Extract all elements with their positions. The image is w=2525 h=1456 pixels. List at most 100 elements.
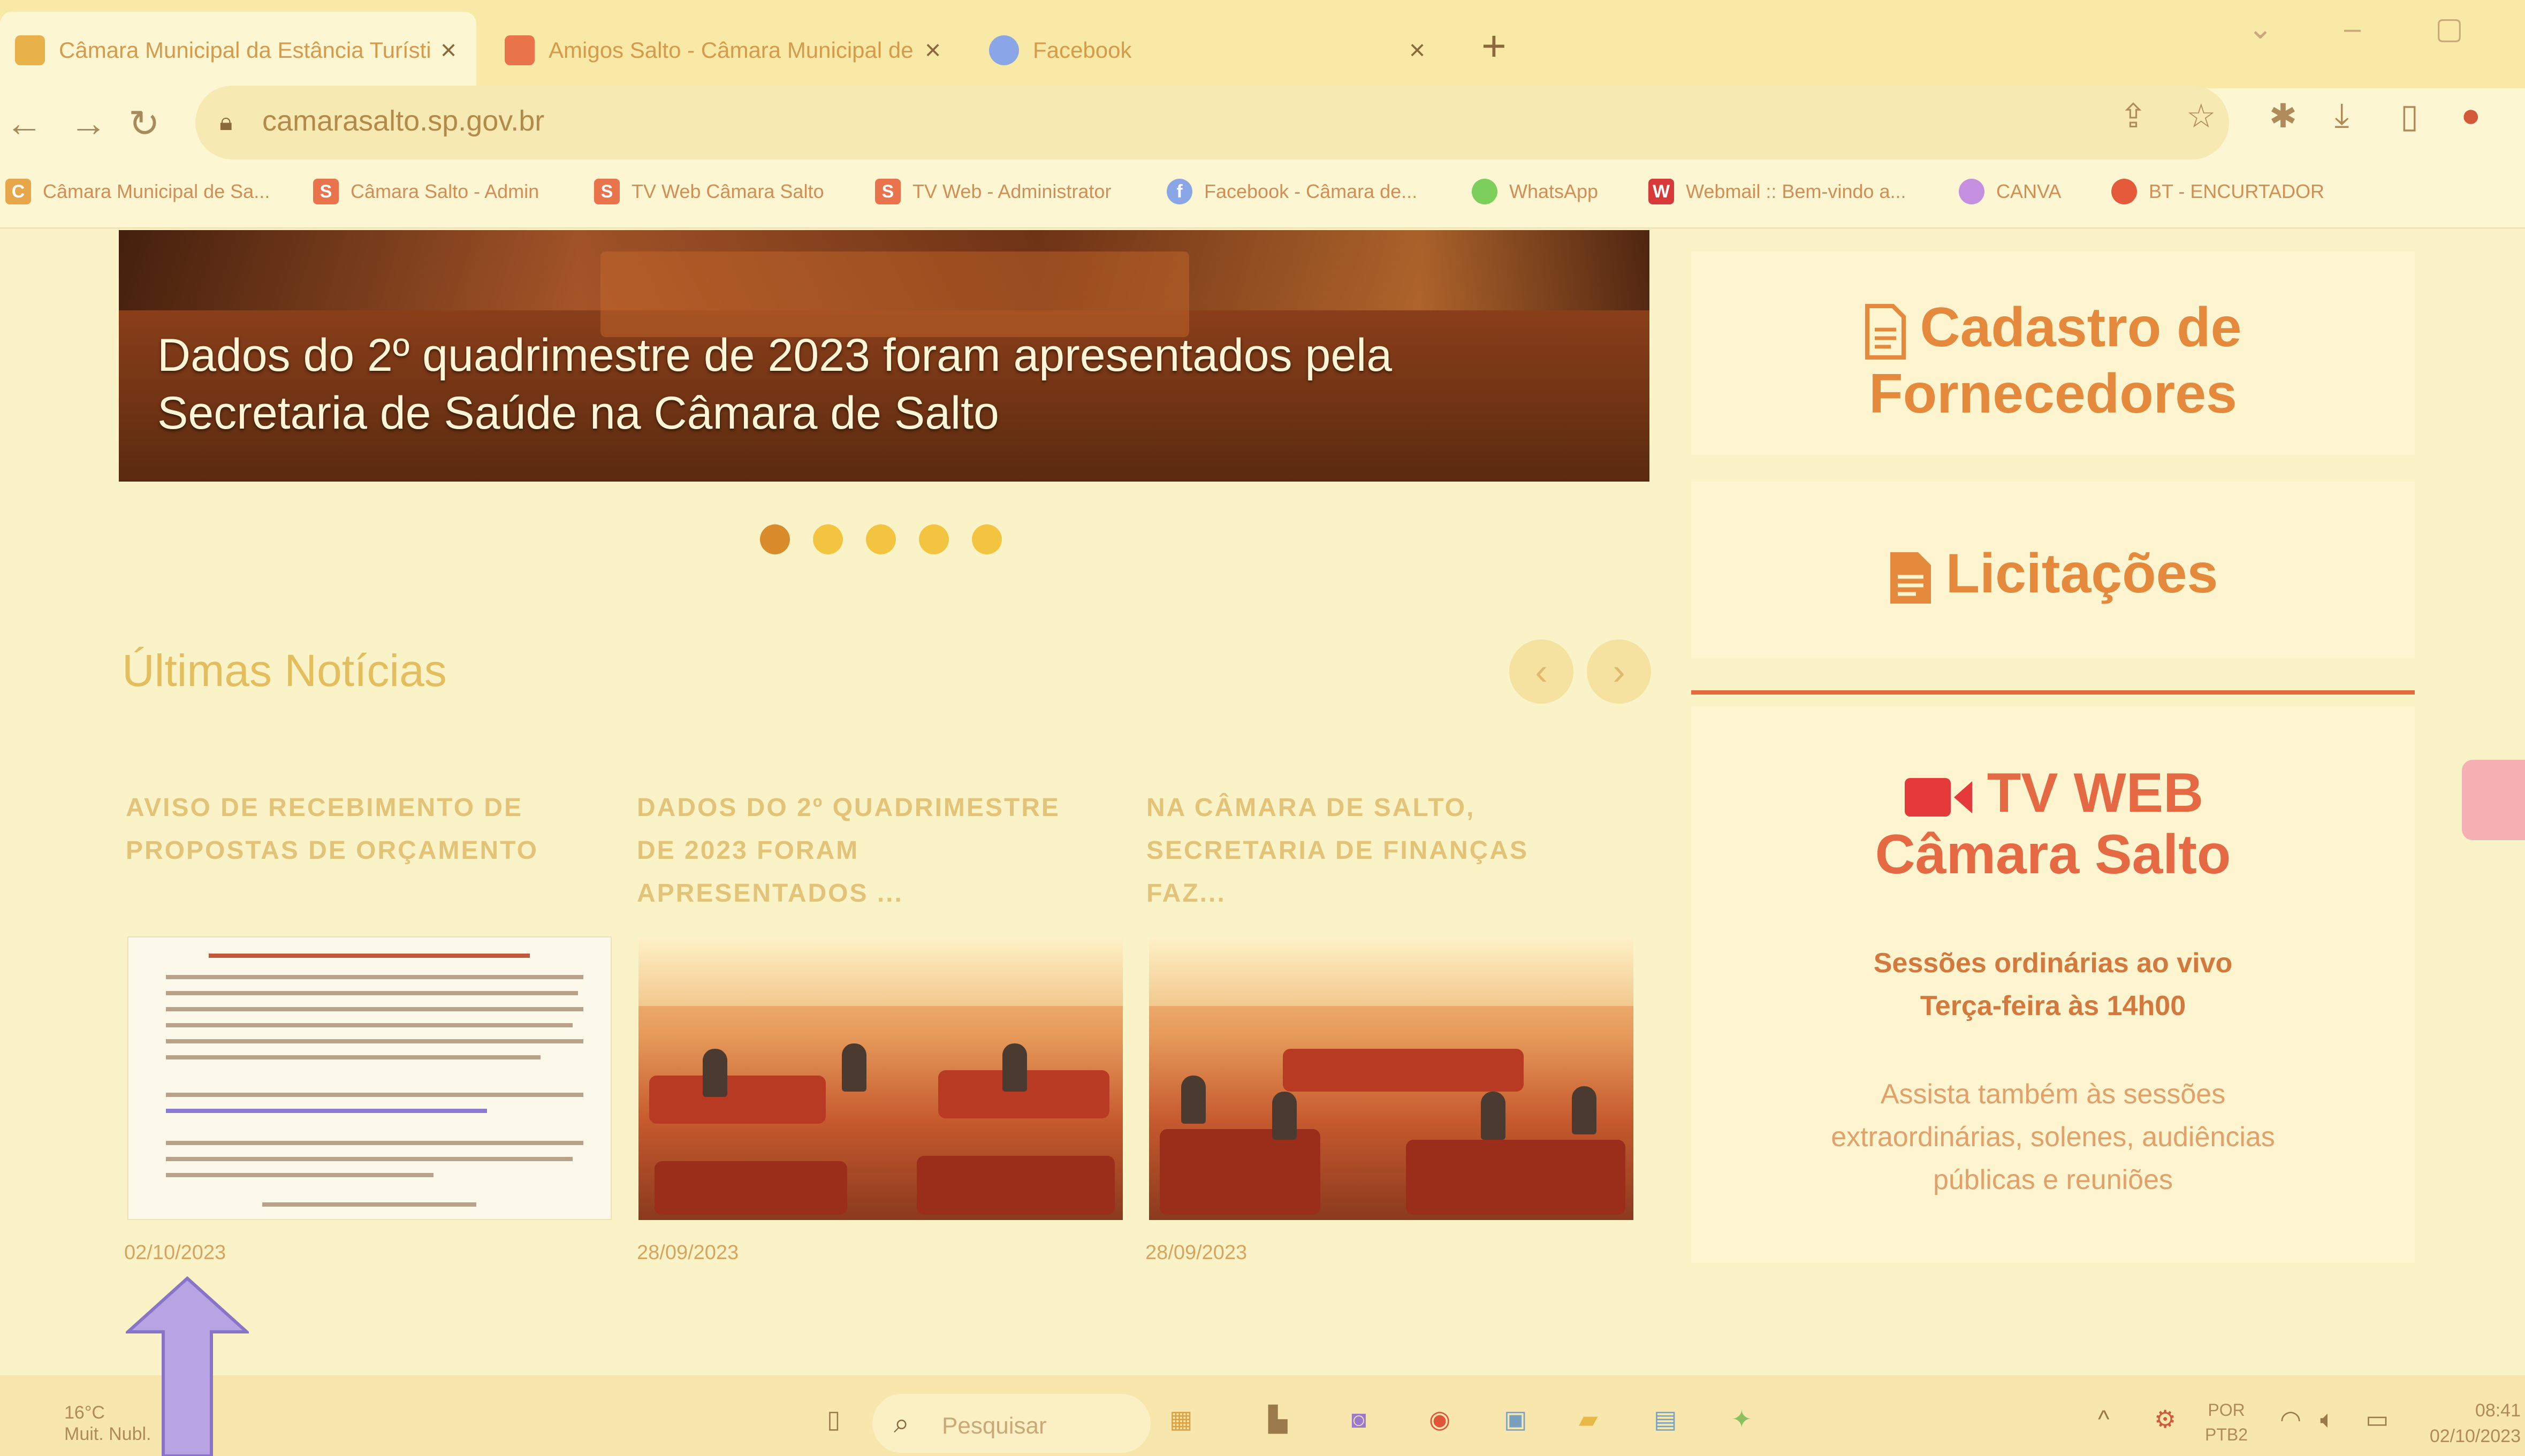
close-tab-icon[interactable]: ×	[920, 34, 946, 66]
live-sessions-info: Sessões ordinárias ao vivo Terça-feira à…	[1691, 942, 2415, 1027]
sidepanel-icon[interactable]: ▯	[2400, 96, 2418, 135]
fornecedores-card[interactable]: Cadastro de Fornecedores	[1691, 251, 2415, 455]
bookmark-item[interactable]: S Câmara Salto - Admin	[313, 176, 539, 208]
extensions-icon[interactable]: ✱	[2269, 96, 2297, 135]
browser-tab-facebook[interactable]: Facebook ×	[974, 12, 1445, 88]
bookmark-item[interactable]: S TV Web - Administrator	[875, 176, 1111, 208]
show-hidden-icons-icon[interactable]: ^	[2098, 1405, 2110, 1434]
carousel-dot[interactable]	[919, 524, 949, 554]
tv-web-title-line2: Câmara Salto	[1875, 824, 2231, 886]
annotation-up-arrow-icon	[126, 1276, 249, 1456]
bookmark-label: TV Web Câmara Salto	[632, 180, 824, 202]
hero-carousel-slide[interactable]: Dados do 2º quadrimestre de 2023 foram a…	[119, 230, 1649, 482]
widgets-icon[interactable]: ▯	[827, 1405, 840, 1434]
app-icon[interactable]: ▣	[1504, 1405, 1527, 1434]
system-clock[interactable]: 08:41 02/10/2023	[2419, 1398, 2521, 1449]
sessions-line: Sessões ordinárias ao vivo	[1873, 948, 2233, 979]
hall-ceiling	[638, 936, 1123, 1006]
chat-icon[interactable]: ◙	[1351, 1405, 1366, 1434]
document-line	[166, 975, 583, 979]
document-line	[209, 954, 530, 958]
bookmark-item[interactable]: W Webmail :: Bem-vindo a...	[1648, 176, 1906, 208]
watch-line: extraordinárias, solenes, audiências	[1831, 1122, 2275, 1153]
tab-title: Câmara Municipal da Estância Turísti	[59, 37, 431, 63]
document-line	[166, 1109, 487, 1113]
hero-caption[interactable]: Dados do 2º quadrimestre de 2023 foram a…	[157, 326, 1549, 442]
browser-tab-amigos[interactable]: Amigos Salto - Câmara Municipal de ×	[490, 12, 961, 88]
news-item-title[interactable]: NA CÂMARA DE SALTO, SECRETARIA DE FINANÇ…	[1146, 787, 1607, 915]
share-icon[interactable]: ⇪	[2119, 96, 2147, 135]
windows-taskbar	[0, 1375, 2525, 1456]
file-explorer-icon[interactable]: ▙	[1268, 1405, 1287, 1434]
document-line	[166, 1039, 583, 1043]
salto-bookmark-icon: S	[875, 179, 901, 204]
news-next-button[interactable]: ›	[1587, 639, 1651, 704]
news-item-thumbnail[interactable]	[1149, 936, 1633, 1220]
document-line	[166, 1157, 573, 1161]
bookmark-item[interactable]: WhatsApp	[1472, 176, 1598, 208]
profile-avatar-icon[interactable]: ●	[2461, 96, 2481, 134]
tv-web-title-line1: TV WEB	[1987, 762, 2204, 824]
bookmark-item[interactable]: CANVA	[1959, 176, 2061, 208]
carousel-dot[interactable]	[972, 524, 1002, 554]
carousel-dot[interactable]	[866, 524, 896, 554]
network-app-icon[interactable]: ⚙	[2154, 1405, 2176, 1434]
lock-icon[interactable]: 🔒︎	[219, 107, 232, 137]
watch-line: públicas e reuniões	[1933, 1164, 2173, 1195]
download-icon[interactable]: ⤓	[2334, 96, 2349, 135]
news-prev-button[interactable]: ‹	[1509, 639, 1573, 704]
hall-ceiling	[1149, 936, 1633, 1006]
document-line	[166, 1055, 541, 1059]
taskbar-search-placeholder[interactable]: Pesquisar	[942, 1413, 1047, 1439]
news-item-title[interactable]: AVISO DE RECEBIMENTO DE PROPOSTAS DE ORÇ…	[126, 787, 586, 872]
app-icon[interactable]: ✦	[1731, 1405, 1752, 1434]
reload-button[interactable]: ↻	[128, 102, 160, 146]
back-button[interactable]: ←	[5, 102, 43, 144]
camara-bookmark-icon: C	[5, 179, 31, 204]
bookmark-label: CANVA	[1996, 180, 2062, 202]
minimize-button[interactable]: –	[2344, 11, 2361, 45]
chrome-icon[interactable]: ◉	[1429, 1405, 1450, 1434]
news-item-thumbnail[interactable]	[638, 936, 1123, 1220]
close-tab-icon[interactable]: ×	[436, 34, 461, 66]
volume-icon[interactable]: 🔈︎	[2320, 1405, 2335, 1435]
close-tab-icon[interactable]: ×	[1404, 34, 1430, 66]
wifi-icon[interactable]: ◠	[2280, 1405, 2301, 1434]
hero-caption-line: Dados do 2º quadrimestre de 2023 foram a…	[157, 330, 1393, 381]
accessibility-tab-button[interactable]	[2462, 760, 2525, 840]
task-view-icon[interactable]: ▦	[1169, 1405, 1192, 1434]
news-section-heading: Últimas Notícias	[122, 645, 447, 696]
language-indicator[interactable]: POR PTB2	[2205, 1398, 2248, 1447]
carousel-dot[interactable]	[813, 524, 843, 554]
tab-title: Facebook	[1033, 37, 1132, 63]
bookmark-item[interactable]: BT - ENCURTADOR	[2111, 176, 2324, 208]
bookmark-item[interactable]: C Câmara Municipal de Sa...	[5, 176, 270, 208]
facebook-favicon-icon	[989, 35, 1019, 65]
licitacoes-card[interactable]: Licitações	[1691, 482, 2415, 658]
battery-icon[interactable]: ▭	[2366, 1405, 2389, 1434]
news-item-title[interactable]: DADOS DO 2º QUADRIMESTRE DE 2023 FORAM A…	[637, 787, 1097, 915]
council-desk	[917, 1156, 1115, 1215]
carousel-indicators	[760, 524, 1025, 554]
forward-button[interactable]: →	[70, 102, 107, 144]
bookmark-label: Facebook - Câmara de...	[1204, 180, 1418, 202]
app-icon[interactable]: ▤	[1654, 1405, 1677, 1434]
fornecedores-title-line1: Cadastro de	[1920, 296, 2242, 359]
bookmark-item[interactable]: f Facebook - Câmara de...	[1167, 176, 1417, 208]
carousel-dot[interactable]	[760, 524, 790, 554]
search-icon: ⌕	[894, 1408, 910, 1439]
fornecedores-title: Cadastro de	[1691, 294, 2415, 361]
bookmark-item[interactable]: S TV Web Câmara Salto	[594, 176, 824, 208]
news-item-thumbnail[interactable]	[127, 936, 612, 1220]
person-figure	[842, 1043, 866, 1092]
filled-document-icon	[1890, 552, 1931, 604]
tab-title: Amigos Salto - Câmara Municipal de	[549, 37, 914, 63]
url-text[interactable]: camarasalto.sp.gov.br	[262, 104, 544, 138]
maximize-button[interactable]: ▢	[2435, 11, 2463, 46]
tab-search-icon[interactable]: ⌄	[2248, 11, 2273, 46]
bookmark-star-icon[interactable]: ☆	[2186, 96, 2216, 135]
folder-icon[interactable]: ▰	[1579, 1405, 1598, 1434]
video-camera-icon	[1904, 777, 1972, 817]
new-tab-button[interactable]: +	[1481, 21, 1507, 71]
browser-tab-camara[interactable]: Câmara Municipal da Estância Turísti ×	[0, 12, 476, 88]
